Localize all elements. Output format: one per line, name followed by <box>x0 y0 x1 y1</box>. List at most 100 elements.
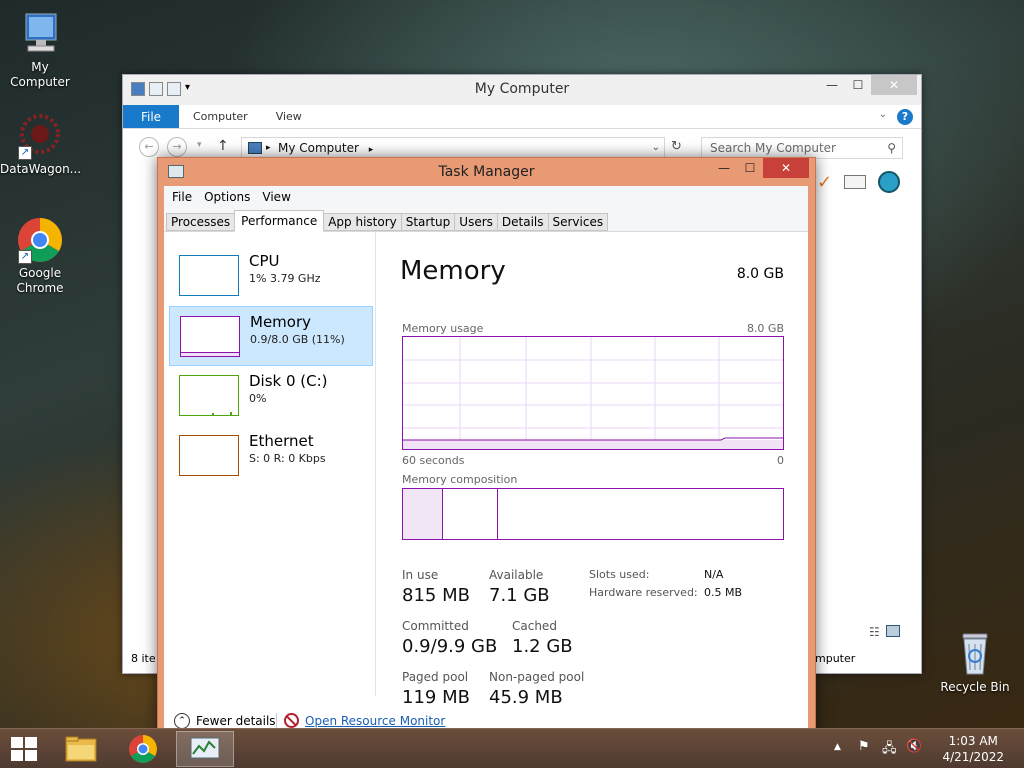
search-icon[interactable]: ⚲ <box>887 138 896 158</box>
checkmark-icon[interactable]: ✓ <box>817 172 832 193</box>
taskbar-file-explorer[interactable] <box>52 731 110 767</box>
menu-view[interactable]: View <box>256 186 296 208</box>
shortcut-arrow-icon: ↗ <box>18 146 32 160</box>
forward-button[interactable]: → <box>167 137 187 157</box>
desktop-icon-label: Google Chrome <box>16 266 64 295</box>
taskbar-task-manager[interactable] <box>176 731 234 767</box>
fewer-details-button[interactable]: ⌃ Fewer details <box>174 713 276 729</box>
memory-thumbnail-fill <box>181 352 239 356</box>
sidebar-item-title: Memory <box>250 313 312 331</box>
search-placeholder: Search My Computer <box>710 141 836 155</box>
memory-detail-pane: Memory 8.0 GB Memory usage 8.0 GB 60 sec… <box>394 232 784 708</box>
explorer-status-right: mputer <box>815 652 856 665</box>
explorer-ribbon: File Computer View ⌄ ? <box>123 105 921 129</box>
menu-file[interactable]: File <box>166 186 198 208</box>
menu-options[interactable]: Options <box>198 186 256 208</box>
explorer-titlebar[interactable]: ▾ My Computer — ☐ ✕ <box>123 75 921 105</box>
performance-sidebar: CPU 1% 3.79 GHz Memory 0.9/8.0 GB (11%) … <box>164 232 376 696</box>
address-dropdown-icon[interactable]: ⌄ <box>652 138 660 158</box>
search-input[interactable]: Search My Computer ⚲ <box>701 137 903 159</box>
sidebar-item-subtitle: 0% <box>249 392 267 405</box>
breadcrumb-separator-icon: ▸ <box>266 143 271 153</box>
network-globe-icon[interactable] <box>878 171 901 193</box>
sidebar-item-memory[interactable]: Memory 0.9/8.0 GB (11%) <box>169 306 373 366</box>
windows-logo-pane <box>25 737 37 748</box>
help-icon[interactable]: ? <box>897 109 913 125</box>
chevron-down-icon[interactable]: ⌄ <box>879 109 887 120</box>
tab-details[interactable]: Details <box>496 213 549 231</box>
breadcrumb-chevron-icon[interactable]: ▸ <box>369 145 374 155</box>
desktop-icon-recycle-bin[interactable]: Recycle Bin <box>935 630 1015 695</box>
action-center-flag-icon[interactable]: ⚑ <box>858 739 870 754</box>
cached-label: Cached <box>512 619 557 633</box>
explorer-title: My Computer <box>474 81 570 97</box>
clock-time: 1:03 AM <box>948 734 998 748</box>
committed-value: 0.9/9.9 GB <box>402 636 498 657</box>
recent-locations-icon[interactable]: ▾ <box>197 140 202 150</box>
folder-icon <box>65 736 97 762</box>
cached-value: 1.2 GB <box>512 636 573 657</box>
recycle-bin-icon <box>951 630 999 678</box>
taskmgr-menubar: File Options View <box>164 186 808 208</box>
chevron-up-icon: ⌃ <box>174 713 190 729</box>
taskbar-clock[interactable]: 1:03 AM 4/21/2022 <box>942 733 1004 765</box>
taskmgr-titlebar[interactable]: Task Manager — ☐ ✕ <box>158 158 815 186</box>
sidebar-item-ethernet[interactable]: Ethernet S: 0 R: 0 Kbps <box>169 426 373 486</box>
slots-used-value: N/A <box>704 568 724 581</box>
close-button[interactable]: ✕ <box>871 75 917 95</box>
start-button[interactable] <box>11 737 37 761</box>
sidebar-item-title: Ethernet <box>249 432 314 450</box>
tab-performance[interactable]: Performance <box>234 210 325 232</box>
details-view-icon[interactable]: ☷ <box>869 625 880 639</box>
back-button[interactable]: ← <box>139 137 159 157</box>
ribbon-tab-view[interactable]: View <box>262 105 316 128</box>
open-resource-monitor-link[interactable]: Open Resource Monitor <box>284 713 445 728</box>
minimize-button[interactable]: — <box>711 158 737 178</box>
in-use-label: In use <box>402 568 439 582</box>
tab-services[interactable]: Services <box>547 213 609 231</box>
mail-icon[interactable] <box>844 175 867 189</box>
maximize-button[interactable]: ☐ <box>737 158 763 178</box>
up-button[interactable]: ↑ <box>217 138 229 154</box>
sidebar-item-disk[interactable]: Disk 0 (C:) 0% <box>169 366 373 426</box>
desktop-icon-label: DataWagon... <box>0 162 82 176</box>
refresh-icon[interactable]: ↻ <box>671 139 682 154</box>
explorer-toolbar-icons: ✓ <box>817 171 901 193</box>
fewer-details-label: Fewer details <box>196 714 276 728</box>
datawagon-icon: ↗ <box>16 112 64 160</box>
ribbon-tab-file[interactable]: File <box>123 105 179 128</box>
breadcrumb-my-computer[interactable]: My Computer <box>278 141 359 155</box>
close-button[interactable]: ✕ <box>763 158 809 178</box>
hardware-reserved-label: Hardware reserved: <box>589 586 698 599</box>
taskmgr-client: File Options View Processes Performance … <box>164 186 808 754</box>
minimize-button[interactable]: — <box>819 75 845 95</box>
tab-app-history[interactable]: App history <box>323 213 402 231</box>
desktop-icon-google-chrome[interactable]: ↗ Google Chrome <box>0 216 80 296</box>
sidebar-item-cpu[interactable]: CPU 1% 3.79 GHz <box>169 246 373 306</box>
desktop-icon-my-computer[interactable]: My Computer <box>0 10 80 90</box>
tab-processes[interactable]: Processes <box>166 213 236 231</box>
paged-pool-label: Paged pool <box>402 670 469 684</box>
sidebar-item-title: CPU <box>249 252 280 270</box>
show-hidden-icons-icon[interactable]: ▲ <box>834 742 841 752</box>
computer-icon <box>16 10 64 58</box>
large-icons-view-icon[interactable] <box>885 625 900 637</box>
computer-icon <box>248 142 262 154</box>
volume-muted-icon[interactable]: 🔇 <box>906 739 922 754</box>
maximize-button[interactable]: ☐ <box>845 75 871 95</box>
windows-logo-pane <box>11 750 23 761</box>
graph-time-span: 60 seconds <box>402 454 465 467</box>
taskbar-chrome[interactable] <box>114 731 172 767</box>
taskmgr-tabs: Processes Performance App history Startu… <box>164 208 808 232</box>
ribbon-tab-computer[interactable]: Computer <box>179 105 262 128</box>
page-title: Memory <box>400 256 506 286</box>
tab-users[interactable]: Users <box>454 213 498 231</box>
taskbar: ▲ ⚑ 🖧 🔇 1:03 AM 4/21/2022 <box>0 728 1024 768</box>
task-manager-window[interactable]: Task Manager — ☐ ✕ File Options View Pro… <box>157 157 816 755</box>
tab-startup[interactable]: Startup <box>400 213 456 231</box>
address-bar[interactable]: ▸ My Computer ▸ ⌄ <box>241 137 665 159</box>
network-icon[interactable]: 🖧 <box>882 739 897 761</box>
disk-activity-tick <box>230 412 232 415</box>
desktop-icon-datawagon[interactable]: ↗ DataWagon... <box>0 112 82 177</box>
resource-monitor-icon <box>284 713 299 728</box>
